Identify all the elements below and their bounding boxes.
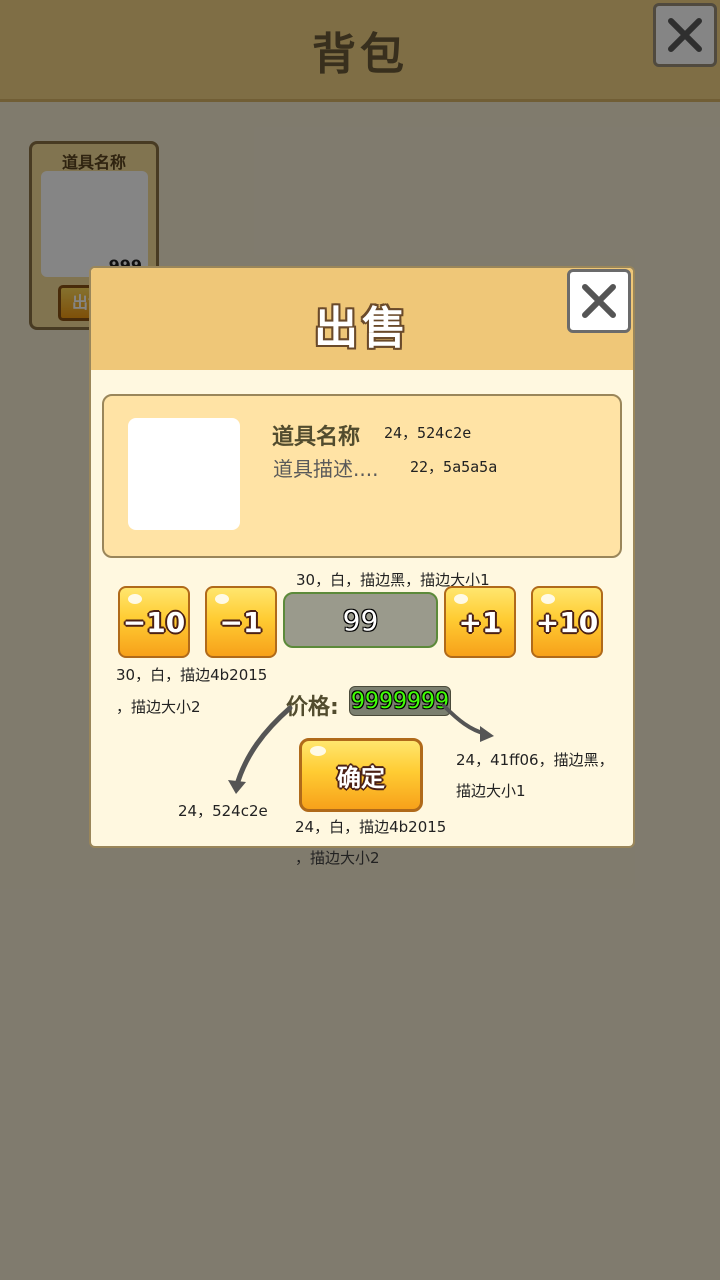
item-description-annotation: 22，5a5a5a [410,458,498,476]
sell-dialog-close-button[interactable] [567,269,631,333]
quantity-field[interactable]: 99 [283,592,438,648]
price-value-annotation-line2: 描边大小1 [456,782,526,800]
arrow-icon [228,705,293,794]
plus-1-button[interactable]: +1 [444,586,516,658]
button-style-annotation-line1: 30，白，描边4b2015 [116,666,268,684]
minus-1-button[interactable]: −1 [205,586,277,658]
price-label-annotation: 24，524c2e [178,802,268,820]
confirm-label: 确定 [337,763,385,792]
confirm-annotation-line2: ，描边大小2 [295,849,380,867]
price-value: 9999999 [351,688,449,714]
plus-10-label: +10 [535,605,599,639]
item-name: 道具名称 [272,425,361,450]
minus-10-button[interactable]: −10 [118,586,190,658]
price-value-annotation-line1: 24，41ff06，描边黑， [456,751,614,769]
plus-10-button[interactable]: +10 [531,586,603,658]
minus-1-label: −1 [219,605,263,639]
confirm-annotation-line1: 24，白，描边4b2015 [295,818,447,836]
minus-10-label: −10 [122,605,186,639]
confirm-button[interactable]: 确定 [299,738,423,812]
price-value-box: 9999999 [349,686,451,716]
item-icon [128,418,240,530]
item-description: 道具描述.... [273,457,379,481]
item-name-annotation: 24，524c2e [384,424,472,442]
sell-dialog-title: 出售 [314,303,410,354]
arrow-icon [442,704,494,742]
quantity-value: 99 [342,603,379,637]
plus-1-label: +1 [458,605,502,639]
button-style-annotation-line2: ，描边大小2 [116,698,201,716]
close-icon [582,284,616,318]
